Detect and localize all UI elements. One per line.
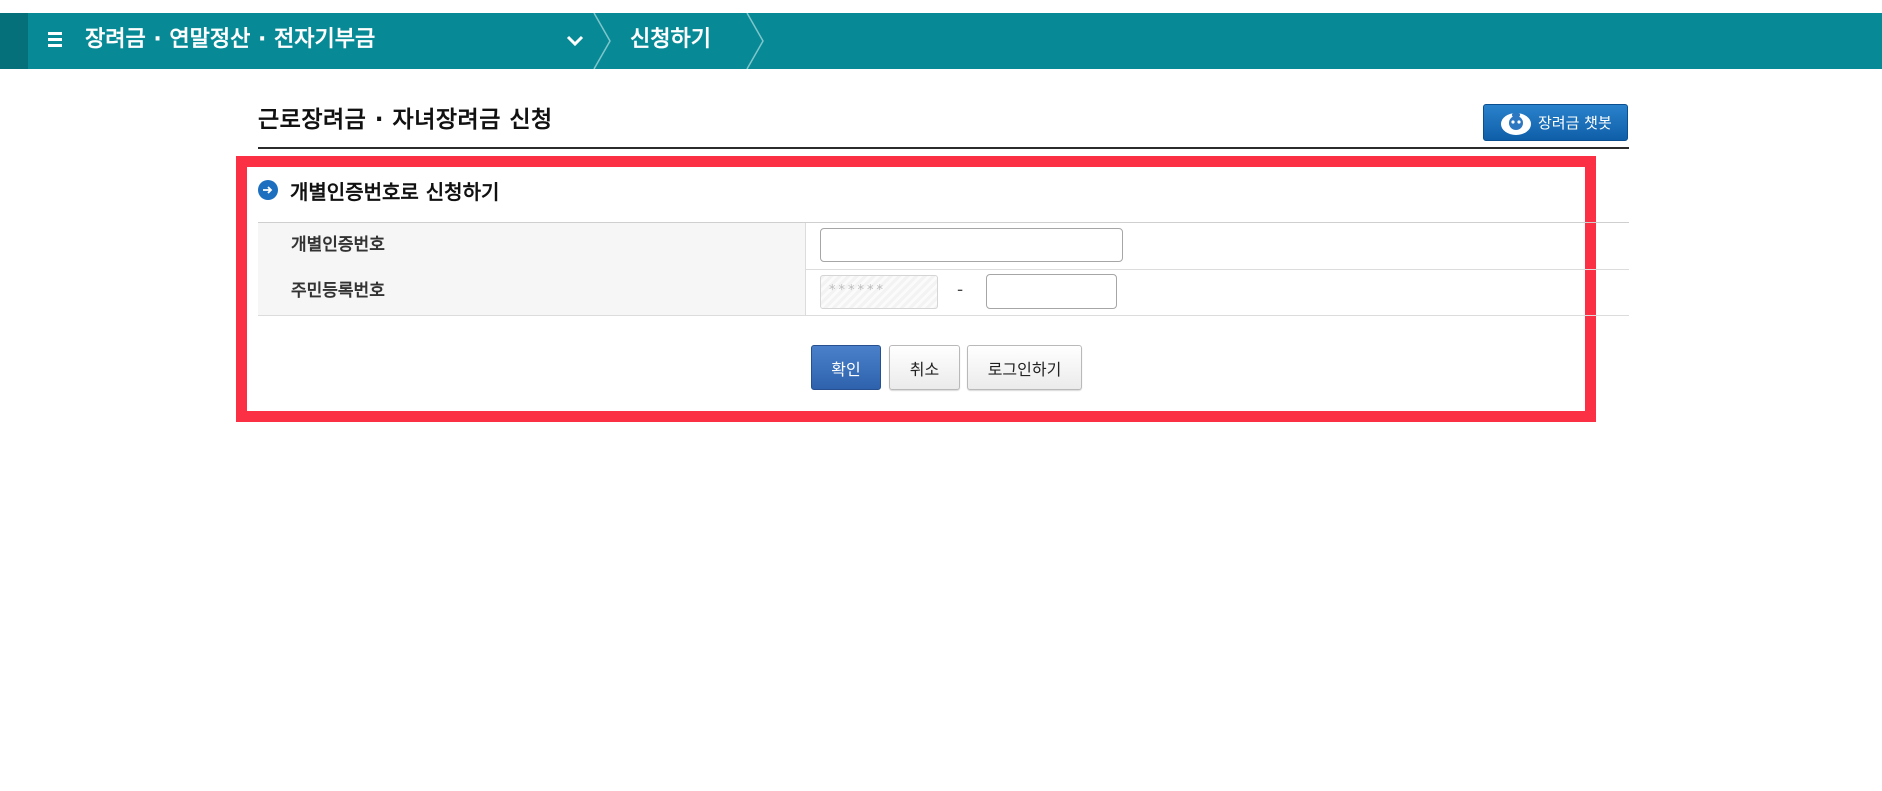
title-divider xyxy=(258,147,1629,149)
top-nav-bar: 장려금 · 연말정산 · 전자기부금 신청하기 xyxy=(0,13,1882,69)
breadcrumb-separator-icon xyxy=(746,13,764,69)
resident-number-dash: - xyxy=(957,280,964,300)
nav-edge xyxy=(0,13,28,69)
section-title: 개별인증번호로 신청하기 xyxy=(290,179,500,204)
resident-number-front-input[interactable]: ****** xyxy=(820,275,938,309)
breadcrumb-current[interactable]: 신청하기 xyxy=(630,13,711,69)
resident-number-label: 주민등록번호 xyxy=(258,269,806,315)
arrow-circle-icon xyxy=(258,180,278,200)
chatbot-button[interactable]: 장려금 챗봇 xyxy=(1483,104,1628,141)
breadcrumb-separator-icon xyxy=(593,13,611,69)
section-heading: 개별인증번호로 신청하기 xyxy=(258,176,499,204)
confirm-button[interactable]: 확인 xyxy=(811,345,881,390)
page-title: 근로장려금 · 자녀장려금 신청 xyxy=(258,107,553,133)
cert-number-input[interactable] xyxy=(820,228,1123,262)
chatbot-label: 장려금 챗봇 xyxy=(1538,114,1612,132)
login-button[interactable]: 로그인하기 xyxy=(967,345,1082,390)
form-row-resident-number: 주민등록번호 xyxy=(258,269,1629,316)
menu-title[interactable]: 장려금 · 연말정산 · 전자기부금 xyxy=(85,13,375,69)
cert-number-label: 개별인증번호 xyxy=(258,223,806,269)
chevron-down-icon[interactable] xyxy=(563,28,587,52)
resident-number-back-input[interactable] xyxy=(986,274,1117,309)
menu-icon[interactable] xyxy=(48,32,62,48)
chatbot-icon xyxy=(1501,112,1531,135)
cancel-button[interactable]: 취소 xyxy=(889,345,960,390)
